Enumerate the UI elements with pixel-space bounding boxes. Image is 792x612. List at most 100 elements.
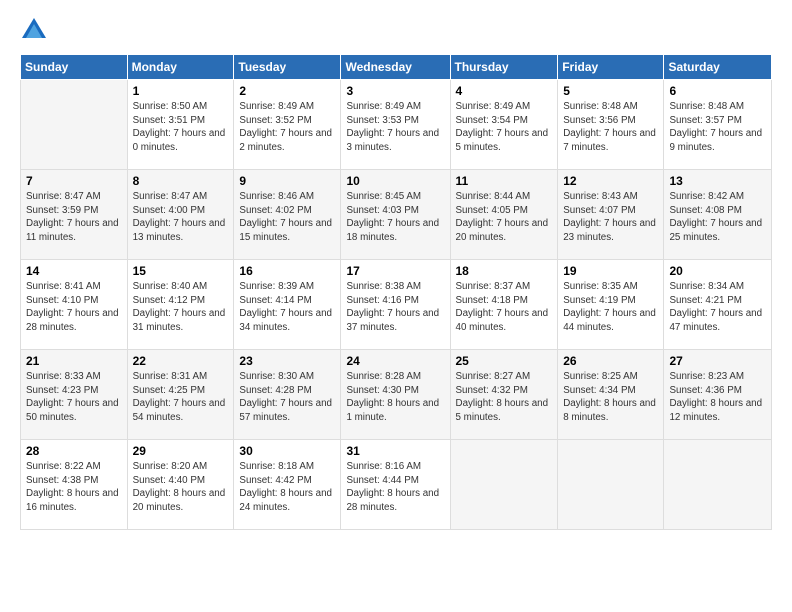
calendar-cell	[664, 440, 772, 530]
day-number: 4	[456, 84, 553, 98]
calendar-cell: 19 Sunrise: 8:35 AMSunset: 4:19 PMDayligh…	[558, 260, 664, 350]
day-number: 8	[133, 174, 229, 188]
calendar-cell: 7Sunrise: 8:47 AMSunset: 3:59 PMDaylight…	[21, 170, 128, 260]
day-info: Sunrise: 8:45 AMSunset: 4:03 PMDaylight:…	[346, 190, 444, 245]
calendar-cell: 9 Sunrise: 8:46 AMSunset: 4:02 PMDaylight…	[234, 170, 341, 260]
day-info: Sunrise: 8:41 AMSunset: 4:10 PMDaylight:…	[26, 280, 122, 335]
calendar-cell: 3Sunrise: 8:49 AMSunset: 3:53 PMDaylight…	[341, 80, 450, 170]
day-info: Sunrise: 8:48 AMSunset: 3:56 PMDaylight:…	[563, 100, 658, 155]
day-number: 23	[239, 354, 335, 368]
day-info: Sunrise: 8:20 AMSunset: 4:40 PMDaylight:…	[133, 460, 229, 515]
calendar-cell: 16 Sunrise: 8:39 AMSunset: 4:14 PMDayligh…	[234, 260, 341, 350]
day-info: Sunrise: 8:46 AMSunset: 4:02 PMDaylight:…	[239, 190, 335, 245]
day-number: 27	[669, 354, 766, 368]
day-number: 22	[133, 354, 229, 368]
calendar-cell: 27 Sunrise: 8:23 AMSunset: 4:36 PMDayligh…	[664, 350, 772, 440]
day-number: 20	[669, 264, 766, 278]
day-number: 29	[133, 444, 229, 458]
calendar-cell: 30 Sunrise: 8:18 AMSunset: 4:42 PMDayligh…	[234, 440, 341, 530]
day-info: Sunrise: 8:49 AMSunset: 3:52 PMDaylight:…	[239, 100, 335, 155]
day-number: 21	[26, 354, 122, 368]
day-number: 19	[563, 264, 658, 278]
day-number: 6	[669, 84, 766, 98]
calendar-cell: 24Sunrise: 8:28 AMSunset: 4:30 PMDayligh…	[341, 350, 450, 440]
day-number: 30	[239, 444, 335, 458]
day-info: Sunrise: 8:50 AMSunset: 3:51 PMDaylight:…	[133, 100, 229, 155]
day-info: Sunrise: 8:39 AMSunset: 4:14 PMDaylight:…	[239, 280, 335, 335]
day-number: 5	[563, 84, 658, 98]
day-info: Sunrise: 8:43 AMSunset: 4:07 PMDaylight:…	[563, 190, 658, 245]
calendar-cell: 28 Sunrise: 8:22 AMSunset: 4:38 PMDayligh…	[21, 440, 128, 530]
day-info: Sunrise: 8:16 AMSunset: 4:44 PMDaylight:…	[346, 460, 444, 515]
logo-icon	[20, 16, 48, 44]
day-info: Sunrise: 8:31 AMSunset: 4:25 PMDaylight:…	[133, 370, 229, 425]
day-info: Sunrise: 8:49 AMSunset: 3:53 PMDaylight:…	[346, 100, 444, 155]
day-number: 7	[26, 174, 122, 188]
calendar-week-2: 7Sunrise: 8:47 AMSunset: 3:59 PMDaylight…	[21, 170, 772, 260]
calendar-cell: 25Sunrise: 8:27 AMSunset: 4:32 PMDayligh…	[450, 350, 558, 440]
page: SundayMondayTuesdayWednesdayThursdayFrid…	[0, 0, 792, 612]
day-number: 16	[239, 264, 335, 278]
col-header-thursday: Thursday	[450, 55, 558, 80]
day-number: 15	[133, 264, 229, 278]
day-number: 17	[346, 264, 444, 278]
day-info: Sunrise: 8:49 AMSunset: 3:54 PMDaylight:…	[456, 100, 553, 155]
calendar-week-4: 21 Sunrise: 8:33 AMSunset: 4:23 PMDayligh…	[21, 350, 772, 440]
day-number: 18	[456, 264, 553, 278]
calendar-cell: 29 Sunrise: 8:20 AMSunset: 4:40 PMDayligh…	[127, 440, 234, 530]
day-number: 9	[239, 174, 335, 188]
day-info: Sunrise: 8:18 AMSunset: 4:42 PMDaylight:…	[239, 460, 335, 515]
calendar-cell: 6 Sunrise: 8:48 AMSunset: 3:57 PMDaylight…	[664, 80, 772, 170]
day-info: Sunrise: 8:30 AMSunset: 4:28 PMDaylight:…	[239, 370, 335, 425]
calendar-cell: 10 Sunrise: 8:45 AMSunset: 4:03 PMDayligh…	[341, 170, 450, 260]
day-number: 25	[456, 354, 553, 368]
header	[20, 16, 772, 44]
day-number: 1	[133, 84, 229, 98]
calendar-week-5: 28 Sunrise: 8:22 AMSunset: 4:38 PMDayligh…	[21, 440, 772, 530]
day-number: 28	[26, 444, 122, 458]
day-info: Sunrise: 8:48 AMSunset: 3:57 PMDaylight:…	[669, 100, 766, 155]
calendar-cell: 26 Sunrise: 8:25 AMSunset: 4:34 PMDayligh…	[558, 350, 664, 440]
calendar-cell: 1 Sunrise: 8:50 AMSunset: 3:51 PMDaylight…	[127, 80, 234, 170]
calendar-cell: 17Sunrise: 8:38 AMSunset: 4:16 PMDayligh…	[341, 260, 450, 350]
day-info: Sunrise: 8:40 AMSunset: 4:12 PMDaylight:…	[133, 280, 229, 335]
calendar-cell: 2 Sunrise: 8:49 AMSunset: 3:52 PMDaylight…	[234, 80, 341, 170]
calendar-cell: 13Sunrise: 8:42 AMSunset: 4:08 PMDayligh…	[664, 170, 772, 260]
day-info: Sunrise: 8:44 AMSunset: 4:05 PMDaylight:…	[456, 190, 553, 245]
calendar-cell: 18 Sunrise: 8:37 AMSunset: 4:18 PMDayligh…	[450, 260, 558, 350]
day-number: 2	[239, 84, 335, 98]
calendar-cell: 12 Sunrise: 8:43 AMSunset: 4:07 PMDayligh…	[558, 170, 664, 260]
col-header-friday: Friday	[558, 55, 664, 80]
calendar-cell: 11Sunrise: 8:44 AMSunset: 4:05 PMDayligh…	[450, 170, 558, 260]
day-info: Sunrise: 8:33 AMSunset: 4:23 PMDaylight:…	[26, 370, 122, 425]
day-number: 10	[346, 174, 444, 188]
day-info: Sunrise: 8:42 AMSunset: 4:08 PMDaylight:…	[669, 190, 766, 245]
calendar-header-row: SundayMondayTuesdayWednesdayThursdayFrid…	[21, 55, 772, 80]
calendar-table: SundayMondayTuesdayWednesdayThursdayFrid…	[20, 54, 772, 530]
day-info: Sunrise: 8:37 AMSunset: 4:18 PMDaylight:…	[456, 280, 553, 335]
day-number: 26	[563, 354, 658, 368]
day-info: Sunrise: 8:35 AMSunset: 4:19 PMDaylight:…	[563, 280, 658, 335]
calendar-cell: 4 Sunrise: 8:49 AMSunset: 3:54 PMDaylight…	[450, 80, 558, 170]
day-info: Sunrise: 8:22 AMSunset: 4:38 PMDaylight:…	[26, 460, 122, 515]
day-number: 14	[26, 264, 122, 278]
calendar-week-3: 14 Sunrise: 8:41 AMSunset: 4:10 PMDayligh…	[21, 260, 772, 350]
calendar-cell: 15 Sunrise: 8:40 AMSunset: 4:12 PMDayligh…	[127, 260, 234, 350]
calendar-cell: 8Sunrise: 8:47 AMSunset: 4:00 PMDaylight…	[127, 170, 234, 260]
calendar-cell: 20Sunrise: 8:34 AMSunset: 4:21 PMDayligh…	[664, 260, 772, 350]
calendar-cell: 22 Sunrise: 8:31 AMSunset: 4:25 PMDayligh…	[127, 350, 234, 440]
day-number: 12	[563, 174, 658, 188]
col-header-monday: Monday	[127, 55, 234, 80]
calendar-cell: 14 Sunrise: 8:41 AMSunset: 4:10 PMDayligh…	[21, 260, 128, 350]
calendar-cell: 5 Sunrise: 8:48 AMSunset: 3:56 PMDaylight…	[558, 80, 664, 170]
calendar-week-1: 1 Sunrise: 8:50 AMSunset: 3:51 PMDaylight…	[21, 80, 772, 170]
col-header-sunday: Sunday	[21, 55, 128, 80]
col-header-wednesday: Wednesday	[341, 55, 450, 80]
day-info: Sunrise: 8:23 AMSunset: 4:36 PMDaylight:…	[669, 370, 766, 425]
col-header-tuesday: Tuesday	[234, 55, 341, 80]
calendar-cell: 31Sunrise: 8:16 AMSunset: 4:44 PMDayligh…	[341, 440, 450, 530]
calendar-cell	[21, 80, 128, 170]
calendar-cell: 23 Sunrise: 8:30 AMSunset: 4:28 PMDayligh…	[234, 350, 341, 440]
day-info: Sunrise: 8:25 AMSunset: 4:34 PMDaylight:…	[563, 370, 658, 425]
logo	[20, 16, 52, 44]
